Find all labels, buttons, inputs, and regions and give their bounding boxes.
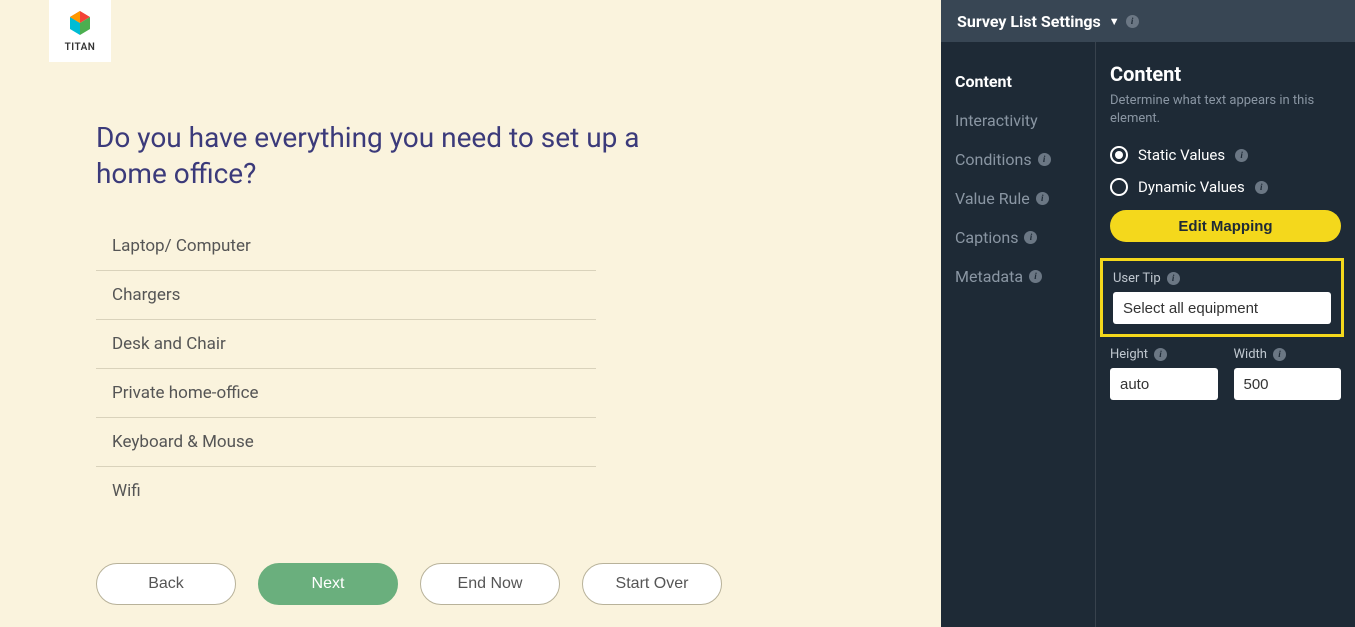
survey-option[interactable]: Private home-office — [96, 369, 596, 418]
height-label: Height i — [1110, 347, 1218, 362]
next-button[interactable]: Next — [258, 563, 398, 605]
nav-item-captions[interactable]: Captions i — [941, 218, 1095, 257]
brand-logo: TITAN — [49, 0, 111, 62]
user-tip-input[interactable] — [1113, 292, 1331, 324]
survey-preview-area: TITAN Do you have everything you need to… — [0, 0, 941, 627]
back-button[interactable]: Back — [96, 563, 236, 605]
titan-logo-icon — [64, 9, 96, 41]
nav-item-metadata[interactable]: Metadata i — [941, 257, 1095, 296]
info-icon[interactable]: i — [1029, 270, 1042, 283]
survey-options-list: Laptop/ Computer Chargers Desk and Chair… — [96, 222, 596, 515]
sidebar-header-title: Survey List Settings — [957, 12, 1101, 31]
width-label: Width i — [1234, 347, 1342, 362]
info-icon[interactable]: i — [1167, 272, 1180, 285]
height-input[interactable] — [1110, 368, 1218, 400]
panel-subtitle: Determine what text appears in this elem… — [1110, 92, 1341, 128]
width-input[interactable] — [1234, 368, 1342, 400]
survey-option[interactable]: Keyboard & Mouse — [96, 418, 596, 467]
info-icon[interactable]: i — [1126, 15, 1139, 28]
dynamic-values-radio[interactable]: Dynamic Values i — [1110, 178, 1341, 196]
start-over-button[interactable]: Start Over — [582, 563, 722, 605]
user-tip-highlight-box: User Tip i — [1100, 258, 1344, 337]
info-icon[interactable]: i — [1255, 181, 1268, 194]
settings-nav: Content Interactivity Conditions i Value… — [941, 42, 1096, 627]
radio-icon — [1110, 146, 1128, 164]
survey-question: Do you have everything you need to set u… — [96, 120, 696, 193]
nav-item-content[interactable]: Content — [941, 62, 1095, 101]
survey-option[interactable]: Desk and Chair — [96, 320, 596, 369]
info-icon[interactable]: i — [1024, 231, 1037, 244]
nav-item-interactivity[interactable]: Interactivity — [941, 101, 1095, 140]
info-icon[interactable]: i — [1036, 192, 1049, 205]
info-icon[interactable]: i — [1273, 348, 1286, 361]
survey-option[interactable]: Laptop/ Computer — [96, 222, 596, 271]
survey-option[interactable]: Chargers — [96, 271, 596, 320]
nav-item-conditions[interactable]: Conditions i — [941, 140, 1095, 179]
edit-mapping-button[interactable]: Edit Mapping — [1110, 210, 1341, 242]
static-values-radio[interactable]: Static Values i — [1110, 146, 1341, 164]
info-icon[interactable]: i — [1038, 153, 1051, 166]
end-now-button[interactable]: End Now — [420, 563, 560, 605]
content-panel: Content Determine what text appears in t… — [1096, 42, 1355, 627]
nav-item-value-rule[interactable]: Value Rule i — [941, 179, 1095, 218]
brand-logo-text: TITAN — [65, 42, 96, 53]
sidebar-header[interactable]: Survey List Settings ▼ i — [941, 0, 1355, 42]
survey-nav-row: Back Next End Now Start Over — [96, 563, 722, 605]
survey-option[interactable]: Wifi — [96, 467, 596, 515]
panel-title: Content — [1110, 62, 1341, 86]
radio-icon — [1110, 178, 1128, 196]
info-icon[interactable]: i — [1235, 149, 1248, 162]
info-icon[interactable]: i — [1154, 348, 1167, 361]
settings-sidebar: Survey List Settings ▼ i Content Interac… — [941, 0, 1355, 627]
sidebar-body: Content Interactivity Conditions i Value… — [941, 42, 1355, 627]
chevron-down-icon: ▼ — [1109, 15, 1120, 28]
dimensions-row: Height i Width i — [1110, 347, 1341, 400]
user-tip-label: User Tip i — [1113, 271, 1331, 286]
